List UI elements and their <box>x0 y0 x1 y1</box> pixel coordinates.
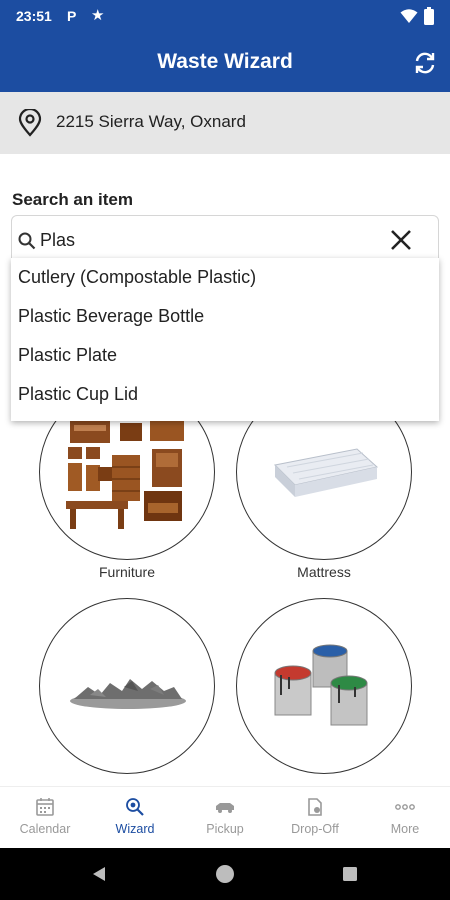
app-title: Waste Wizard <box>157 50 293 73</box>
address-bar[interactable]: 2215 Sierra Way, Oxnard <box>0 92 450 154</box>
wifi-icon <box>400 9 418 23</box>
nav-dropoff[interactable]: Drop-Off <box>270 787 360 849</box>
suggestion-item[interactable]: Plastic Beverage Bottle <box>18 297 204 336</box>
back-icon[interactable] <box>91 866 107 882</box>
nav-wizard[interactable]: Wizard <box>90 787 180 849</box>
more-icon <box>395 804 415 810</box>
app-bar: Waste Wizard <box>0 34 450 92</box>
clear-search-icon[interactable] <box>389 228 413 252</box>
location-pin-icon <box>18 109 42 137</box>
nav-label: Pickup <box>206 822 244 836</box>
wizard-search-icon <box>126 798 144 816</box>
calendar-icon <box>36 798 54 816</box>
bottom-navigation: Calendar Wizard Pickup Drop-Off More <box>0 786 450 848</box>
nav-pickup[interactable]: Pickup <box>180 787 270 849</box>
refresh-icon[interactable] <box>411 49 439 77</box>
search-icon <box>18 232 36 250</box>
nav-label: Drop-Off <box>291 822 339 836</box>
paint-cans-icon <box>236 598 412 774</box>
recents-icon[interactable] <box>342 866 358 882</box>
dropoff-icon <box>308 798 322 816</box>
suggestion-item[interactable]: Plastic Plate <box>18 336 117 375</box>
address-text: 2215 Sierra Way, Oxnard <box>56 112 246 131</box>
nav-label: More <box>390 822 420 836</box>
nav-label: Calendar <box>19 822 71 836</box>
search-input[interactable] <box>40 228 380 252</box>
status-time: 23:51 <box>16 8 52 24</box>
rubble-icon <box>39 598 215 774</box>
home-icon[interactable] <box>215 864 235 884</box>
system-navigation-bar <box>0 848 450 900</box>
search-label: Search an item <box>12 190 133 209</box>
battery-icon <box>424 7 434 25</box>
star-notification-icon: ★ <box>91 7 105 24</box>
parking-notification-icon: P <box>67 8 77 24</box>
nav-calendar[interactable]: Calendar <box>0 787 90 849</box>
suggestion-item[interactable]: Cutlery (Compostable Plastic) <box>18 258 256 297</box>
category-label: Furniture <box>98 564 156 580</box>
suggestion-item[interactable]: Plastic Cup Lid <box>18 375 138 414</box>
truck-icon <box>216 803 234 813</box>
search-suggestions: Cutlery (Compostable Plastic) Plastic Be… <box>11 258 439 421</box>
nav-label: Wizard <box>115 822 155 836</box>
status-bar: 23:51 P ★ <box>0 0 450 34</box>
nav-more[interactable]: More <box>360 787 450 849</box>
category-label: Mattress <box>297 564 351 580</box>
